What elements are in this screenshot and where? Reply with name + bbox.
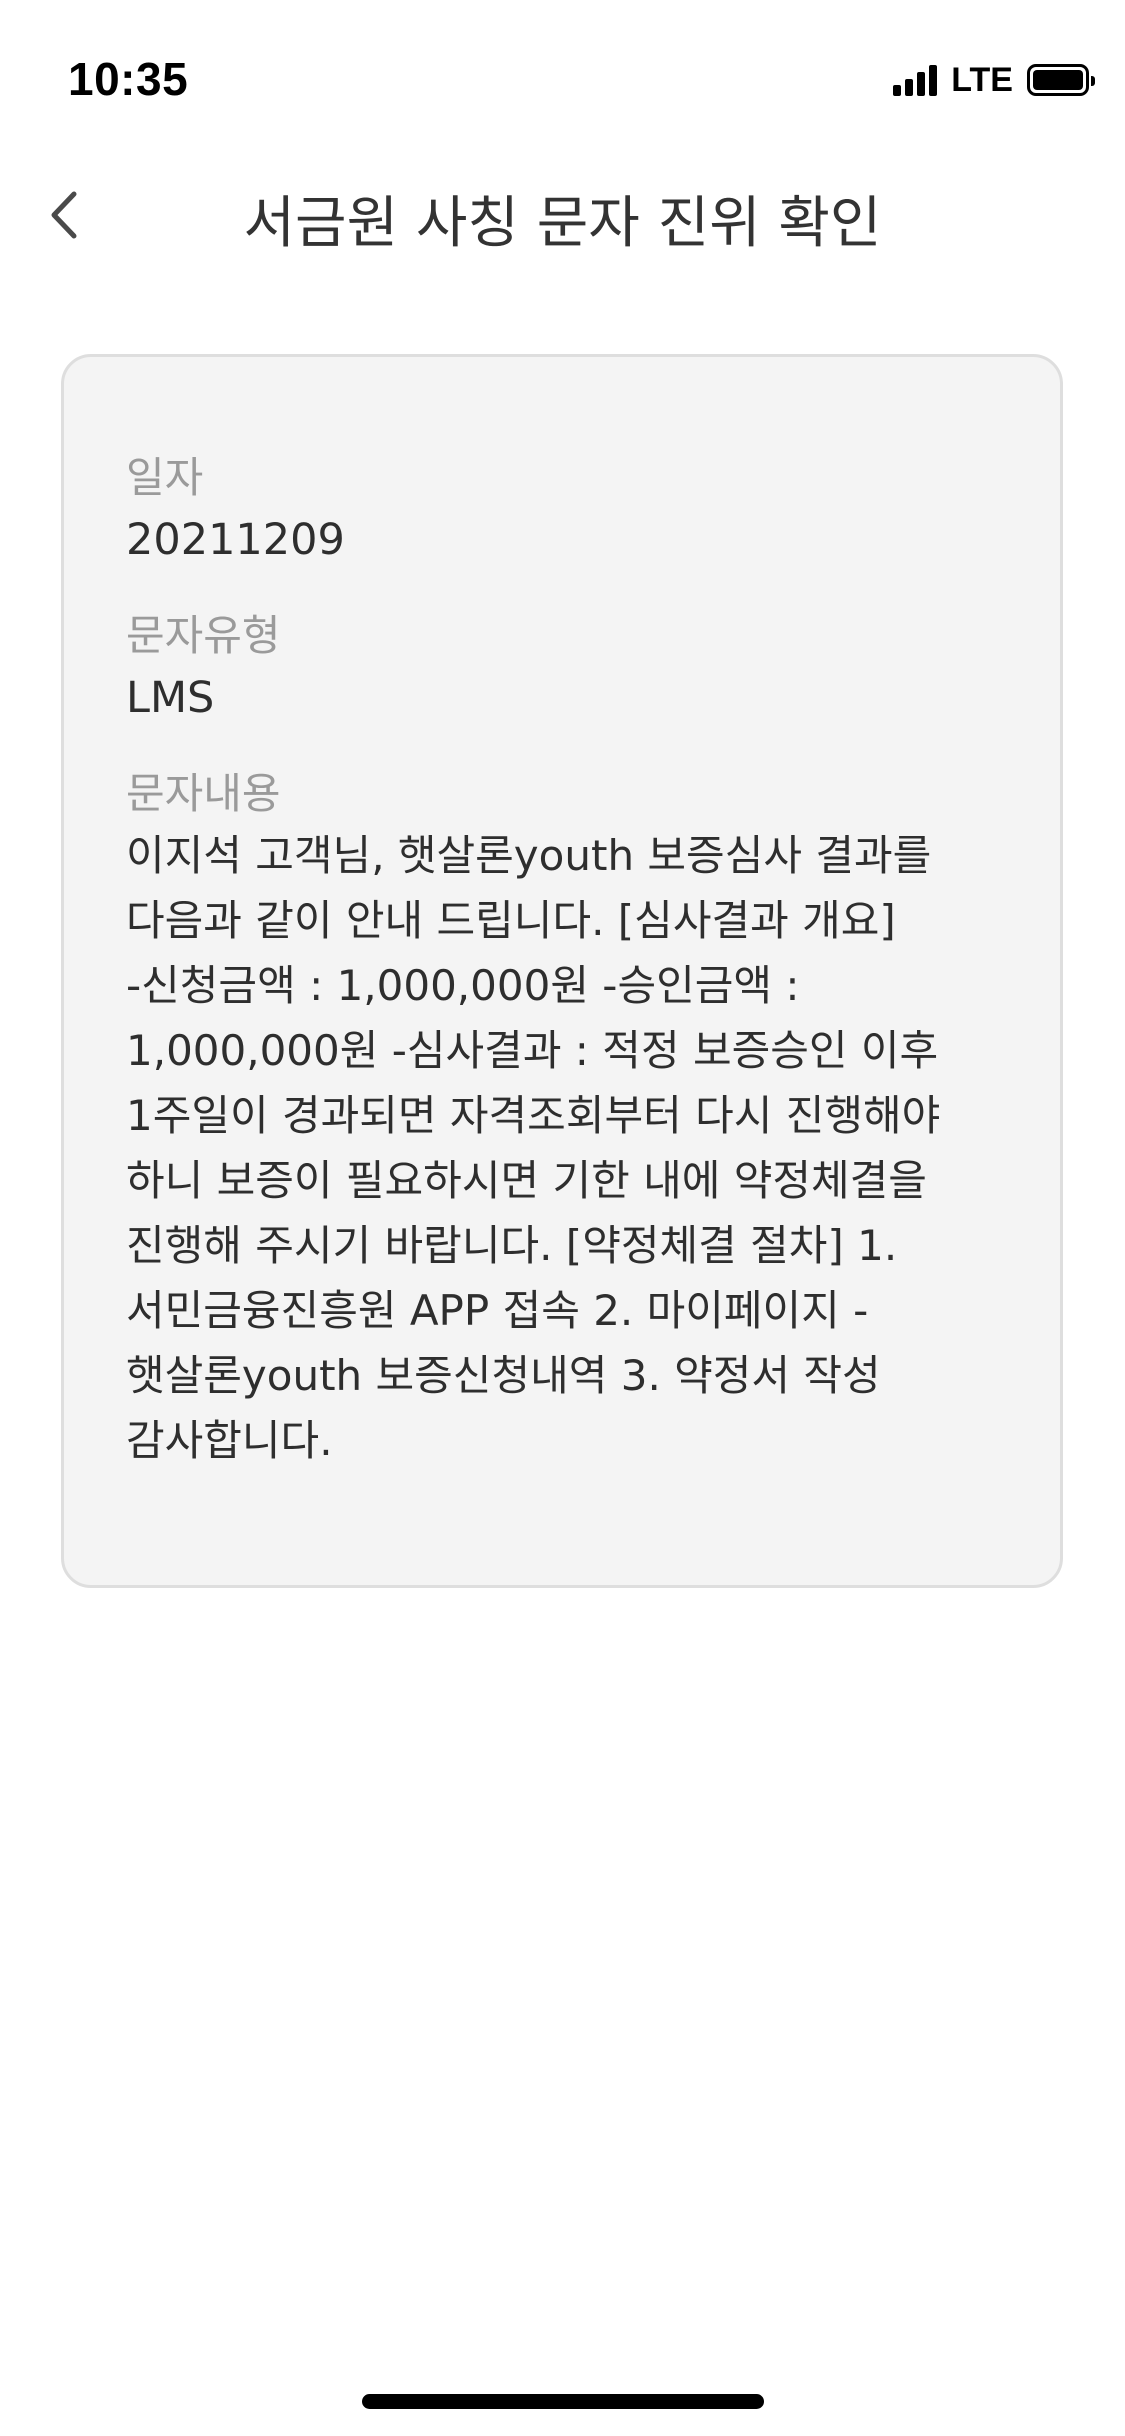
status-bar: 10:35 LTE (0, 0, 1125, 150)
date-value: 20211209 (126, 515, 345, 565)
status-time: 10:35 (68, 53, 189, 105)
network-type: LTE (951, 60, 1013, 99)
message-content-label: 문자내용 (126, 769, 281, 818)
message-detail-card: 일자 20211209 문자유형 LMS 문자내용 이지석 고객님, 햇살론yo… (61, 354, 1063, 1588)
message-content-field: 문자내용 이지석 고객님, 햇살론youth 보증심사 결과를 다음과 같이 안… (126, 765, 1000, 1473)
date-field: 일자 20211209 (126, 449, 1000, 573)
nav-header: 서금원 사칭 문자 진위 확인 (0, 150, 1125, 280)
date-label: 일자 (126, 453, 204, 502)
signal-icon (893, 64, 938, 96)
message-type-field: 문자유형 LMS (126, 607, 1000, 731)
battery-icon (1027, 64, 1095, 96)
message-type-value: LMS (126, 673, 215, 723)
message-content-text: 이지석 고객님, 햇살론youth 보증심사 결과를 다음과 같이 안내 드립니… (126, 831, 941, 1465)
page-title: 서금원 사칭 문자 진위 확인 (243, 191, 882, 256)
home-indicator[interactable] (362, 2394, 764, 2409)
message-type-label: 문자유형 (126, 611, 281, 660)
status-icons: LTE (893, 60, 1095, 100)
